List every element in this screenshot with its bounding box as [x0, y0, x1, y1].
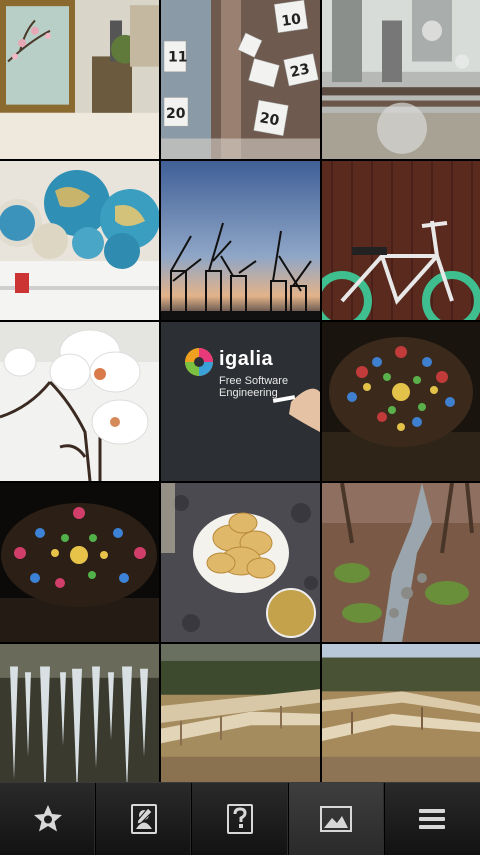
photo-thumbnail-wooden-walkway[interactable]: [161, 644, 320, 782]
profile-button[interactable]: [96, 783, 193, 855]
igalia-logo-text: igalia Free Software Engineering: [219, 348, 288, 399]
bottom-toolbar: [0, 782, 480, 855]
gallery-button[interactable]: [288, 783, 385, 855]
photo-grid: 10 11 23 20 20 igalia Free Software Engi…: [0, 0, 480, 782]
photo-thumbnail-icicles-cave[interactable]: [0, 644, 159, 782]
menu-icon: [419, 809, 446, 829]
photo-thumbnail-rose-window[interactable]: [322, 322, 480, 481]
photo-thumbnail-train-window[interactable]: [322, 0, 480, 159]
menu-button[interactable]: [385, 783, 480, 855]
photo-thumbnail-numbered-tags[interactable]: 10 11 23 20 20: [161, 0, 320, 159]
svg-text:10: 10: [281, 11, 303, 30]
photo-thumbnail-vintage-interior[interactable]: [0, 0, 159, 159]
svg-text:20: 20: [258, 110, 280, 129]
photo-thumbnail-bmx-bicycle[interactable]: [322, 161, 480, 320]
photo-thumbnail-potato-chips[interactable]: [161, 483, 320, 642]
gallery-icon: [320, 806, 353, 832]
profile-icon: [130, 804, 157, 834]
favorites-button[interactable]: [0, 783, 97, 855]
svg-text:11: 11: [168, 49, 187, 65]
photo-thumbnail-harbor-cranes[interactable]: [161, 161, 320, 320]
igalia-tagline-line1: Free Software: [219, 375, 289, 387]
unknown-profile-button[interactable]: [192, 783, 289, 855]
photo-thumbnail-forest-stream[interactable]: [322, 483, 480, 642]
igalia-brand: igalia: [219, 348, 274, 370]
photo-thumbnail-globes[interactable]: [0, 161, 159, 320]
photo-thumbnail-white-orchid[interactable]: [0, 322, 159, 481]
favorite-star-icon: [33, 805, 62, 832]
photo-thumbnail-wooden-walkway-2[interactable]: [322, 644, 480, 782]
photo-thumbnail-igalia-chalkboard[interactable]: igalia Free Software Engineering: [161, 322, 320, 481]
photo-thumbnail-rose-window-2[interactable]: [0, 483, 159, 642]
unknown-profile-icon: [227, 804, 253, 834]
svg-text:20: 20: [166, 106, 186, 122]
igalia-tagline-line2: Engineering: [219, 387, 278, 399]
